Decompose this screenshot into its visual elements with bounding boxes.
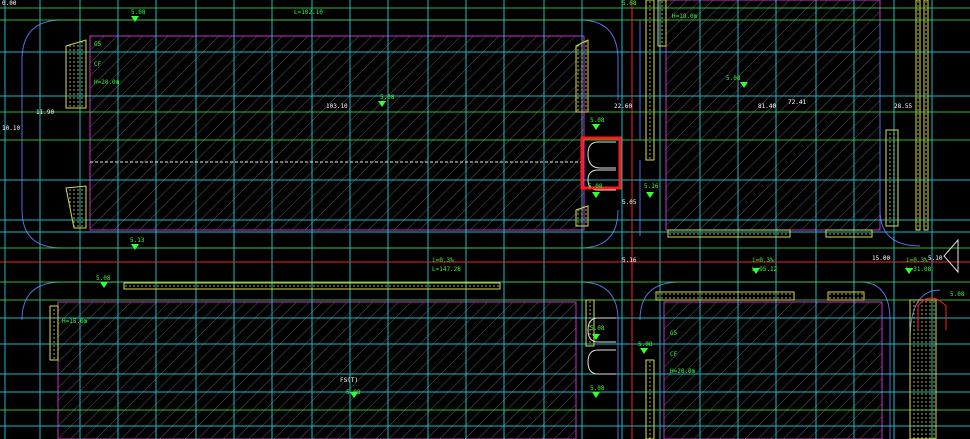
label-elev3: 5.08 bbox=[590, 117, 605, 124]
label-top-right: 5.08 bbox=[622, 0, 637, 7]
label-bldg1-b: CF bbox=[94, 61, 102, 68]
label-elev2: 5.08 bbox=[726, 75, 741, 82]
label-slope1: i=0.3% bbox=[432, 257, 454, 264]
label-slope2: i=0.3% bbox=[752, 257, 774, 264]
label-top-right2: H=18.0m bbox=[672, 13, 698, 20]
label-road-dim1: 5.16 bbox=[644, 183, 659, 190]
label-road-right3: L=31.08 bbox=[906, 266, 932, 273]
label-elev-b1: 5.08 bbox=[590, 325, 605, 332]
label-dim-mid-right: 22.60 bbox=[614, 103, 632, 110]
label-elev-b3: 5.08 bbox=[590, 385, 605, 392]
label-top-mid2: L=102.10 bbox=[294, 9, 323, 16]
cad-viewport[interactable]: 0.00 5.08 L=102.10 5.08 H=18.0m G5 CF H=… bbox=[0, 0, 970, 439]
label-dim-mid: 103.10 bbox=[326, 103, 348, 110]
label-elev1: 5.08 bbox=[380, 94, 395, 101]
cad-drawing-canvas[interactable]: 0.00 5.08 L=102.10 5.08 H=18.0m G5 CF H=… bbox=[0, 0, 970, 439]
label-bldg1-a: G5 bbox=[94, 41, 102, 48]
building-bottom-right bbox=[663, 301, 883, 439]
label-bldg3-a: H=15.0m bbox=[62, 318, 88, 325]
label-bldg4-a: G5 bbox=[670, 330, 678, 337]
label-top-mid: 5.08 bbox=[131, 9, 146, 16]
label-slope1-len: L=147.28 bbox=[432, 266, 461, 273]
building-top-left bbox=[89, 35, 585, 231]
label-road-bottom-a: 5.08 bbox=[96, 275, 111, 282]
label-bldg1-c: H=20.0m bbox=[94, 79, 120, 86]
building-top-right bbox=[665, 0, 881, 231]
label-dim-right2: 72.41 bbox=[788, 99, 806, 106]
label-dim-left: 11.90 bbox=[36, 109, 54, 116]
label-dim-far-right: 28.55 bbox=[894, 103, 912, 110]
label-elev4: 5.08 bbox=[588, 183, 603, 190]
label-dim-right: 81.40 bbox=[758, 103, 776, 110]
label-bottom-mid: 5.08 bbox=[346, 389, 361, 396]
label-bldg4-b: CF bbox=[670, 351, 678, 358]
label-far-right-elev: 5.10 bbox=[928, 255, 943, 262]
label-road-right: 15.00 bbox=[872, 255, 890, 262]
label-bldg4-c: H=20.0m bbox=[670, 368, 696, 375]
label-top-left-corner: 0.00 bbox=[2, 0, 17, 7]
label-left-axis: 10.10 bbox=[2, 125, 20, 132]
label-elev-b2: 5.08 bbox=[638, 341, 653, 348]
label-elev5: 5.05 bbox=[622, 199, 637, 206]
building-bottom-left bbox=[57, 301, 577, 439]
label-road-dim3: 5.16 bbox=[622, 257, 637, 264]
label-slope2-len: L=95.12 bbox=[752, 266, 778, 273]
label-road-bottom-b: 5.08 bbox=[950, 291, 965, 298]
label-road-right2: i=0.3% bbox=[906, 257, 928, 264]
label-bldg3-b: FS(T) bbox=[340, 377, 358, 384]
label-road-dim2: 5.13 bbox=[130, 237, 145, 244]
